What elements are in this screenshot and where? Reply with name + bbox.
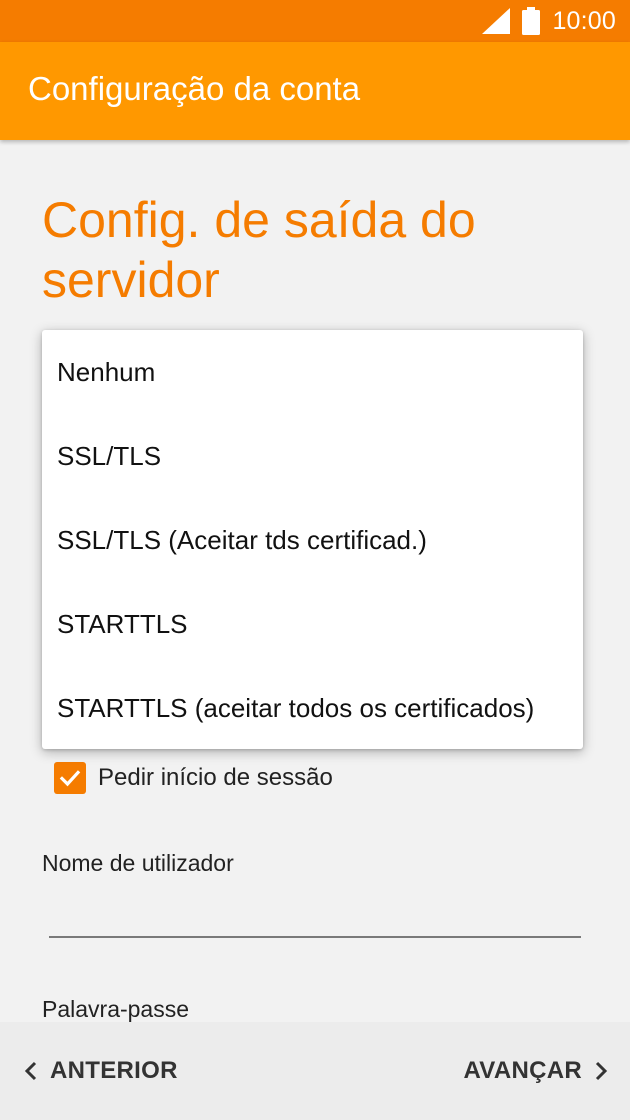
app-bar: Configuração da conta [0,42,630,140]
option-ssl-tls-accept-all[interactable]: SSL/TLS (Aceitar tds certificad.) [42,498,583,582]
security-type-dropdown-menu: Nenhum SSL/TLS SSL/TLS (Aceitar tds cert… [42,330,583,749]
page-title: Config. de saída do servidor [42,192,476,308]
signal-icon [482,8,511,34]
previous-button[interactable]: ANTERIOR [24,1022,178,1120]
require-signin-label: Pedir início de sessão [98,764,333,791]
option-none[interactable]: Nenhum [42,330,583,414]
next-button[interactable]: AVANÇAR [463,1022,608,1120]
bottom-navigation-bar: ANTERIOR AVANÇAR [0,1022,630,1120]
app-title: Configuração da conta [28,70,361,107]
require-signin-row[interactable]: Pedir início de sessão [54,759,333,797]
option-starttls[interactable]: STARTTLS [42,582,583,666]
username-input[interactable] [49,896,581,938]
battery-icon [522,7,541,35]
require-signin-checkbox[interactable] [54,762,86,794]
option-starttls-accept-all[interactable]: STARTTLS (aceitar todos os certificados) [42,666,583,750]
username-label: Nome de utilizador [42,850,234,876]
settings-form: Config. de saída do servidor Pedir iníci… [0,140,630,1022]
password-label: Palavra-passe [42,996,190,1022]
clock: 10:00 [552,6,616,35]
previous-button-label: ANTERIOR [50,1057,178,1084]
status-bar: 10:00 [0,0,630,42]
option-ssl-tls[interactable]: SSL/TLS [42,414,583,498]
chevron-left-icon [24,1061,37,1081]
checkmark-icon [59,770,81,787]
status-icons: 10:00 [482,0,616,42]
next-button-label: AVANÇAR [463,1057,582,1084]
chevron-right-icon [595,1061,608,1081]
